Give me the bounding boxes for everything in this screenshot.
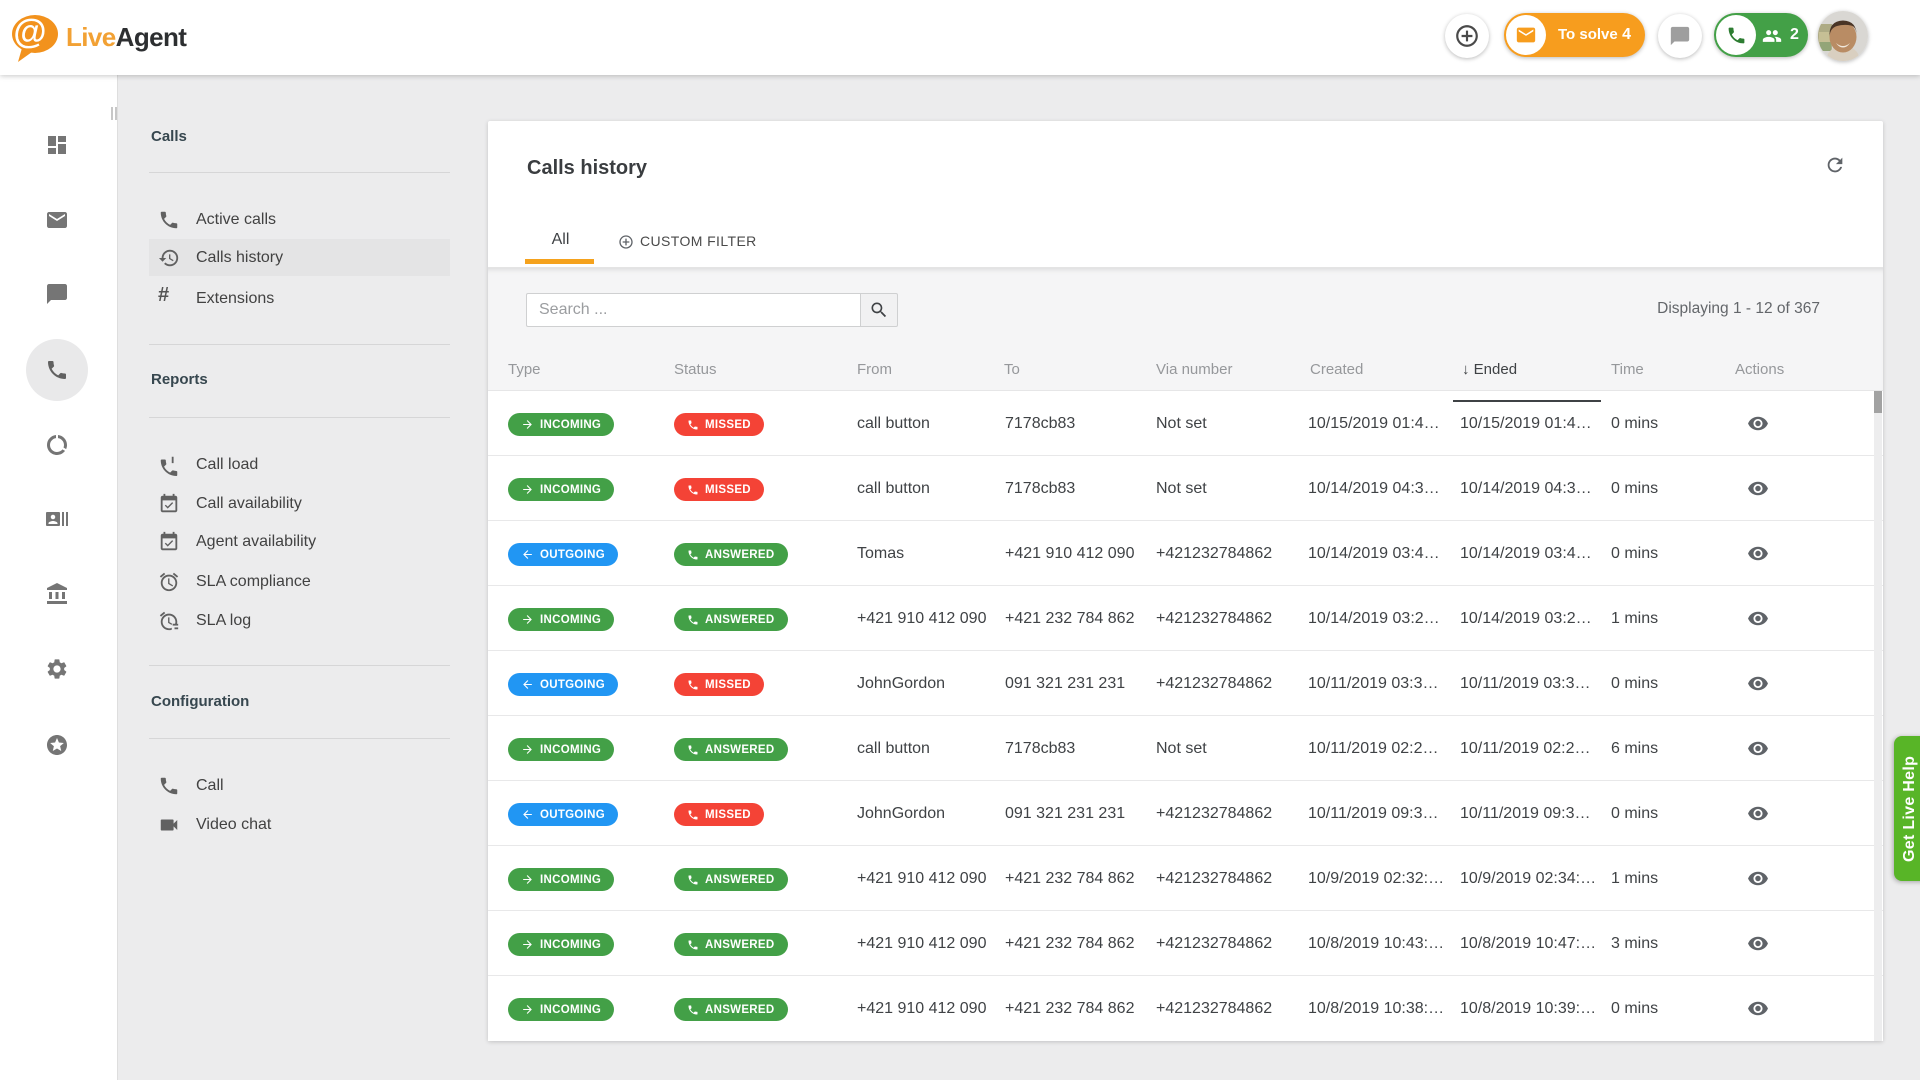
svg-text:@: @ <box>13 13 46 51</box>
